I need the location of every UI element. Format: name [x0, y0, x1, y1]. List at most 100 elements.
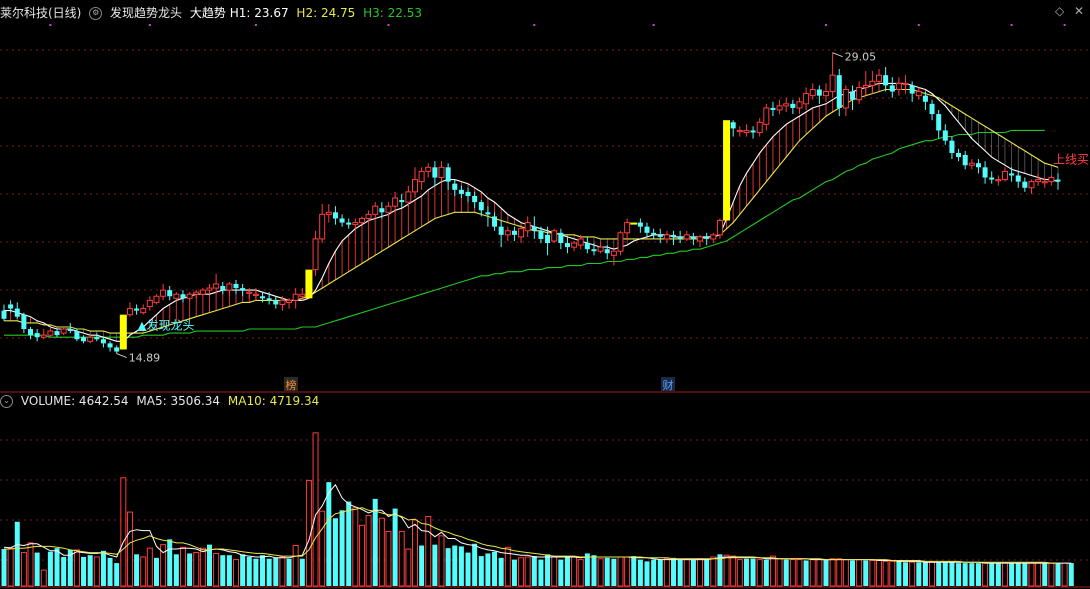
candle: [140, 304, 147, 315]
candle: [173, 292, 180, 301]
volume-bar: [690, 559, 696, 586]
candle: [365, 210, 372, 223]
diamond-icon[interactable]: ◇: [1055, 4, 1064, 18]
candle: [180, 290, 186, 303]
close-icon[interactable]: ✕: [1074, 4, 1084, 18]
candle: [312, 230, 319, 276]
candle: [697, 234, 704, 248]
candle-body: [842, 89, 849, 109]
candle: [94, 333, 100, 342]
volume-bar: [1022, 563, 1028, 586]
candle-body: [379, 208, 385, 213]
volume-bar: [1048, 562, 1055, 587]
marker-dot: [917, 24, 920, 26]
candle-body: [776, 105, 783, 111]
chevron-down-icon[interactable]: ⌄: [0, 395, 13, 408]
candle-body: [213, 283, 220, 289]
low-pointer: [116, 353, 127, 359]
candle: [856, 81, 863, 104]
candle-body: [233, 283, 239, 289]
candle-body: [558, 232, 564, 244]
candle-body: [822, 91, 829, 97]
volume-label: VOLUME: 4642.54: [20, 394, 129, 408]
main-header: 莱尔科技(日线) ⚙ 发现趋势龙头 大趋势 H1: 23.67 H2: 24.7…: [0, 4, 426, 22]
candle: [21, 312, 27, 334]
volume-bar: [823, 559, 829, 586]
candle: [902, 75, 909, 94]
candle: [332, 206, 338, 225]
candle-body: [683, 234, 690, 240]
candle-body: [829, 74, 836, 93]
indicator-name[interactable]: 发现趋势龙头: [110, 6, 182, 20]
candle-body: [418, 170, 425, 183]
h2-label: H2: 24.75: [296, 6, 356, 20]
volume-bar: [611, 558, 617, 586]
candle: [770, 101, 776, 117]
volume-bar: [975, 563, 981, 586]
volume-bar: [584, 553, 590, 586]
candle-body: [100, 339, 106, 344]
candle: [862, 71, 869, 96]
candle: [425, 163, 432, 178]
candle-body: [604, 249, 610, 254]
candle: [803, 87, 810, 110]
candle-body: [869, 80, 876, 86]
high-price-label: 29.05: [845, 51, 877, 64]
candle-body: [856, 86, 863, 101]
candle-body: [411, 179, 418, 193]
volume-bar: [796, 559, 803, 587]
candle-body: [472, 195, 478, 203]
volume-bar: [432, 544, 438, 586]
candle-body: [226, 283, 233, 291]
candle-body: [292, 293, 299, 301]
volume-bar: [199, 547, 206, 587]
candle-body: [816, 89, 822, 96]
marker-dot: [652, 24, 655, 26]
candle-body: [126, 308, 133, 316]
volume-bar: [472, 543, 478, 586]
candle-body: [445, 167, 451, 182]
volume-bar: [492, 551, 498, 586]
candle: [511, 226, 517, 241]
volume-bar: [577, 559, 584, 587]
volume-bar: [896, 561, 902, 586]
candle-body: [929, 103, 935, 115]
candle: [842, 85, 849, 117]
candle-body: [54, 331, 60, 336]
marker-dot: [533, 24, 536, 26]
candle-body: [909, 85, 915, 94]
candle-body: [1048, 177, 1055, 183]
volume-bar: [922, 562, 928, 586]
candle-body: [850, 91, 856, 100]
volume-bar: [756, 559, 763, 587]
candle: [736, 126, 743, 137]
candle-body: [577, 238, 584, 246]
candle-body: [385, 205, 392, 213]
volume-bar: [54, 548, 60, 586]
candle: [551, 228, 558, 244]
kline-chart[interactable]: 29.05 14.89 ▲发现龙头 上线买榜 财: [0, 0, 1090, 589]
candle-body: [697, 236, 704, 242]
candle-body: [47, 330, 54, 336]
volume-bar: [538, 559, 544, 586]
volume-bar: [962, 563, 968, 586]
volume-bar: [465, 552, 471, 586]
candle-body: [252, 293, 259, 296]
candle: [146, 296, 153, 311]
volume-bar: [809, 559, 816, 587]
volume-bar: [27, 542, 34, 587]
h3-label: H3: 22.53: [363, 6, 422, 20]
candle: [465, 187, 471, 203]
candle: [949, 136, 955, 160]
candle-body: [1, 310, 7, 319]
candle-body: [392, 197, 399, 207]
candle-body: [690, 236, 696, 239]
candle-body: [610, 250, 617, 256]
candle: [610, 249, 617, 266]
candle: [153, 294, 160, 305]
gear-circle-icon[interactable]: ⚙: [89, 7, 103, 20]
volume-bar: [597, 558, 604, 587]
volume-bar: [736, 559, 743, 587]
candle-body: [438, 166, 445, 179]
volume-bar: [564, 556, 570, 586]
